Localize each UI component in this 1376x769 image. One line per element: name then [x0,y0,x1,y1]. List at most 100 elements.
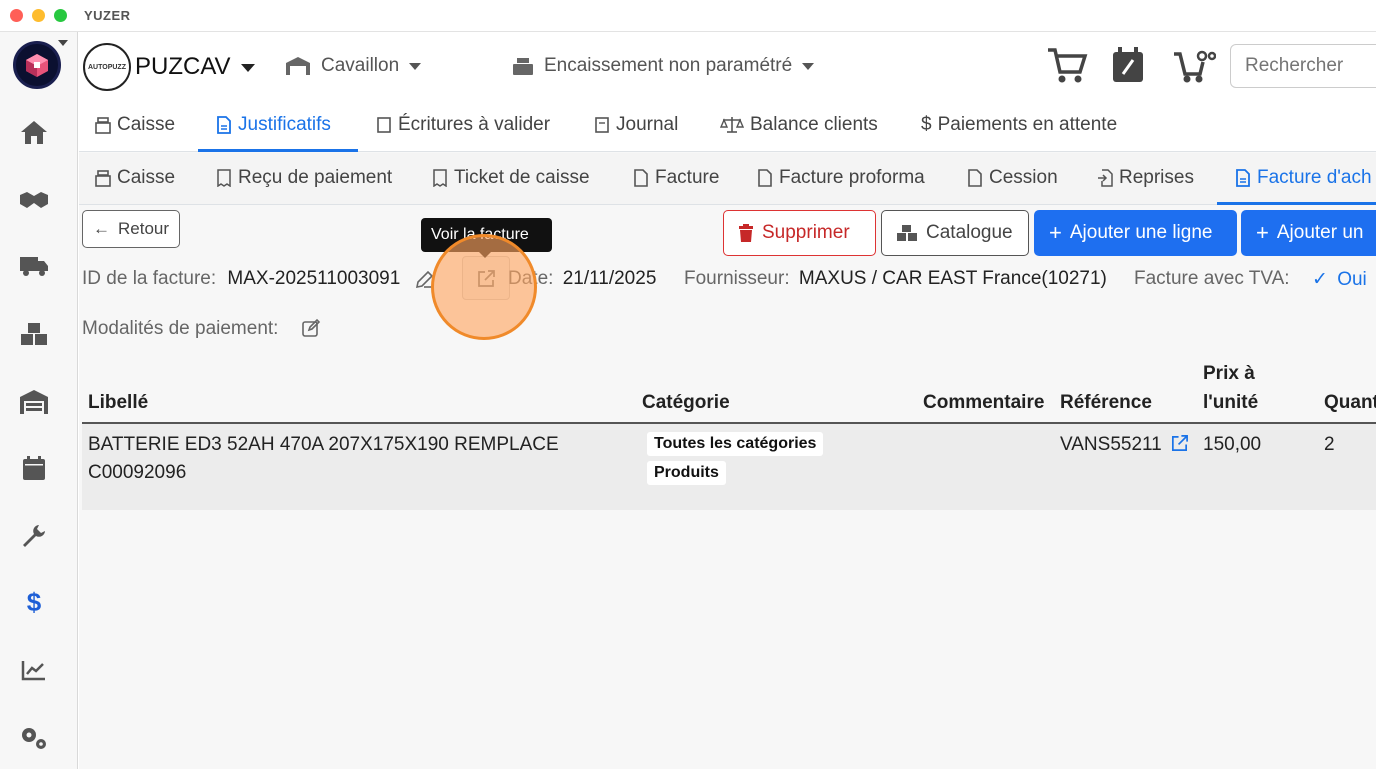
org-name: PUZCAV [135,53,231,80]
subtab-recu[interactable]: Reçu de paiement [216,167,392,189]
subtab-facture[interactable]: Facture [633,167,719,189]
delete-label: Supprimer [762,222,850,243]
location-caret-icon [409,62,422,70]
tab-label: Justificatifs [238,114,331,135]
col-header-label[interactable]: Libellé [88,392,148,414]
maximize-window-button[interactable] [54,9,67,22]
close-window-button[interactable] [10,9,23,22]
invoice-id-value: MAX-202511003091 [227,268,401,289]
click-indicator [431,234,537,340]
file-icon [217,116,231,134]
register-label: Encaissement non paramétré [544,55,793,76]
col-header-reference[interactable]: Référence [1060,392,1152,414]
tab-caisse[interactable]: Caisse [95,114,175,136]
settings-gears-icon[interactable] [18,722,50,754]
app-logo[interactable] [13,41,61,89]
truck-icon[interactable] [18,250,50,282]
tab-label: Écritures à valider [398,114,551,135]
org-avatar[interactable]: AUTOPUZZ [83,43,131,91]
file-icon [968,169,982,187]
tab-ecritures[interactable]: Écritures à valider [376,114,550,136]
row-unit-price: 150,00 [1203,434,1262,455]
delete-button[interactable]: Supprimer [723,210,876,256]
row-reference: VANS55211 [1060,434,1162,455]
cubes-icon [897,225,917,241]
subtab-proforma[interactable]: Facture proforma [757,167,925,189]
org-selector[interactable]: PUZCAV [135,53,256,81]
minimize-window-button[interactable] [32,9,45,22]
edit-payment-terms-icon[interactable] [301,318,321,343]
wrench-icon[interactable] [18,520,50,552]
plus-icon: + [1049,220,1062,245]
warehouse-icon [286,57,310,75]
dollar-icon[interactable]: $ [18,586,50,618]
boxes-icon[interactable] [18,318,50,350]
col-header-comment[interactable]: Commentaire [923,392,1044,414]
supplier-row: Fournisseur: MAXUS / CAR EAST France(102… [684,268,1107,290]
register-caret-icon [802,62,815,70]
back-button[interactable]: ← Retour [82,210,181,248]
row-label-line1: BATTERIE ED3 52AH 470A 207X175X190 REMPL… [88,434,559,455]
invoice-date-value: 21/11/2025 [562,268,657,289]
tab-paiements[interactable]: $ Paiements en attente [921,114,1117,136]
file-import-icon [1098,169,1113,187]
scale-icon [720,117,744,133]
vat-row: Facture avec TVA: [1134,268,1290,290]
col-header-quantity[interactable]: Quant [1324,392,1376,414]
row-label-line2: C00092096 [88,462,187,483]
external-link-icon[interactable] [1170,434,1189,458]
col-header-category[interactable]: Catégorie [642,392,730,414]
payment-terms-row: Modalités de paiement: [82,318,278,340]
receipt-icon [433,169,447,187]
location-selector[interactable]: Cavaillon [285,55,422,77]
file-icon [634,169,648,187]
add-line-button[interactable]: + Ajouter une ligne [1034,210,1237,256]
tab-label: Balance clients [750,114,878,135]
catalog-button[interactable]: Catalogue [881,210,1029,256]
home-icon[interactable] [18,116,50,148]
file-icon [758,169,772,187]
vat-value: Oui [1337,269,1367,290]
subtab-facture-achat[interactable]: Facture d'ach [1235,167,1372,189]
handshake-icon[interactable] [18,184,50,216]
book-icon [377,117,391,133]
category-badge: Toutes les catégories [647,432,824,456]
chart-line-icon[interactable] [18,654,50,686]
avatar-text: AUTOPUZZ [88,63,126,71]
subtab-cession[interactable]: Cession [967,167,1058,189]
tab-label: Facture proforma [779,167,925,188]
subtab-ticket[interactable]: Ticket de caisse [432,167,590,189]
logo-caret-icon[interactable] [58,40,68,46]
cash-register-icon [513,58,533,75]
subtab-reprises[interactable]: Reprises [1097,167,1194,189]
warehouse-icon[interactable] [18,386,50,418]
journal-icon [595,117,609,133]
org-caret-icon [241,63,256,72]
supplier-label: Fournisseur: [684,268,790,289]
col-header-unit-price-line1[interactable]: Prix à [1203,363,1255,385]
calendar-icon[interactable] [18,452,50,484]
tab-justificatifs[interactable]: Justificatifs [216,114,331,136]
add-line-label: Ajouter une ligne [1069,222,1213,243]
subtab-caisse[interactable]: Caisse [95,167,175,189]
tab-balance[interactable]: Balance clients [720,114,878,136]
cart-motorbike-icon[interactable] [1172,46,1217,89]
back-label: Retour [118,219,170,238]
invoice-id-row: ID de la facture: MAX-202511003091 [82,268,400,290]
search-input[interactable] [1230,44,1376,88]
active-subtab-indicator [1217,202,1376,205]
main-tabs: Caisse Justificatifs Écritures à valider… [79,100,1376,152]
register-selector[interactable]: Encaissement non paramétré [512,55,815,77]
vat-toggle[interactable]: ✓ Oui [1312,268,1367,291]
add-other-button[interactable]: + Ajouter un [1241,210,1376,256]
col-header-unit-price-line2[interactable]: l'unité [1203,392,1258,414]
vat-label: Facture avec TVA: [1134,268,1290,289]
cash-register-icon [95,117,111,134]
calendar-wrench-icon[interactable] [1111,46,1145,89]
window-title-bar: YUZER [0,0,1376,32]
file-icon [1236,169,1250,187]
cart-icon[interactable] [1046,46,1088,89]
tab-journal[interactable]: Journal [594,114,678,136]
plus-icon: + [1256,220,1269,245]
tab-label: Reçu de paiement [238,167,393,188]
